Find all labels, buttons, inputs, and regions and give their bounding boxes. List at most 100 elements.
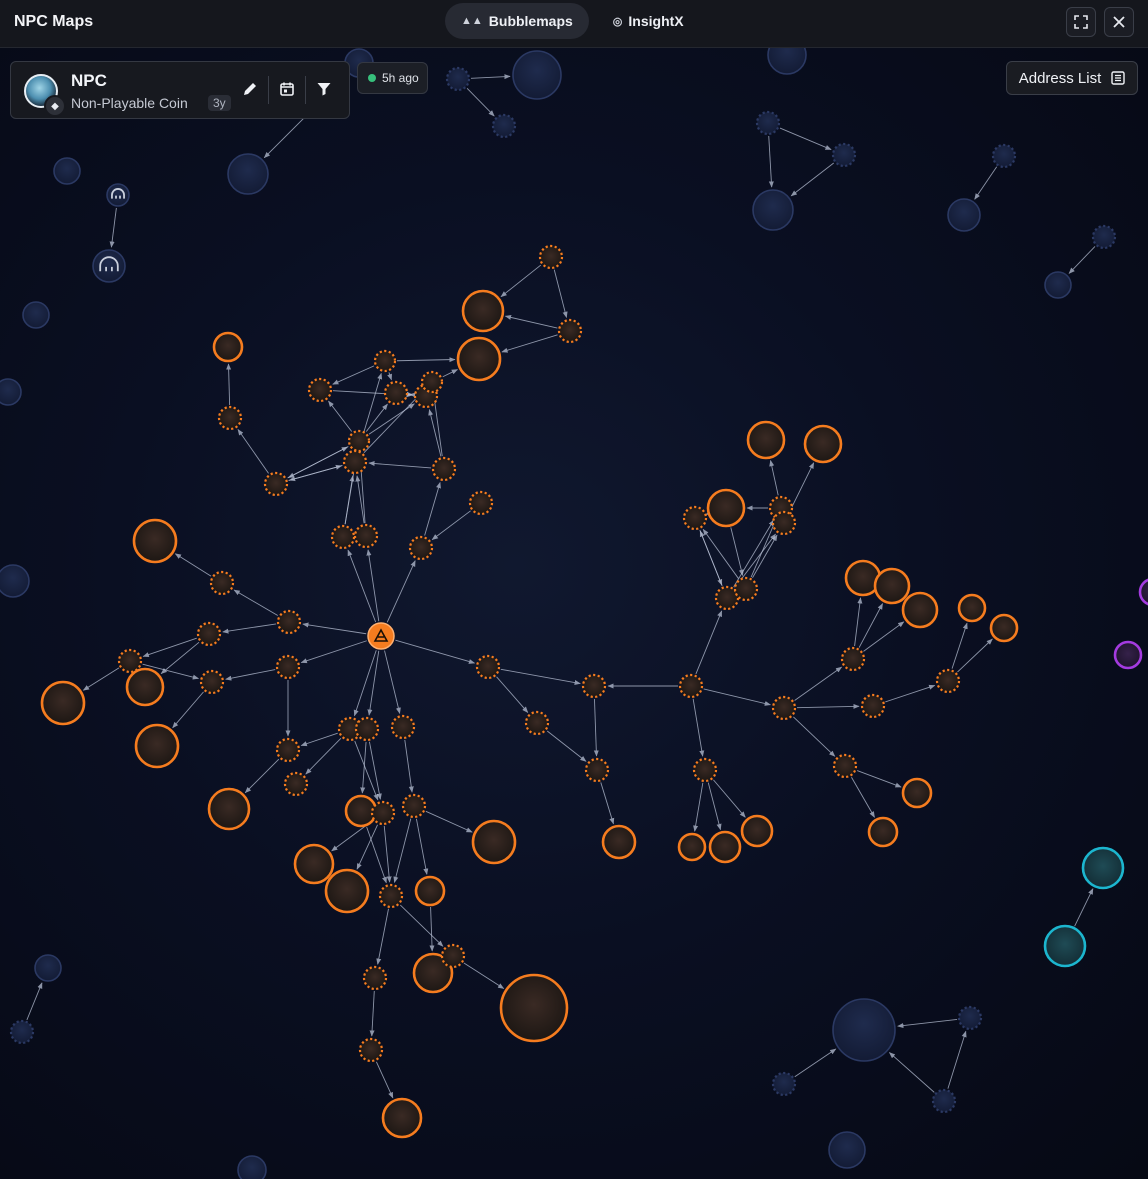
- holder-bubble[interactable]: [767, 48, 807, 75]
- holder-bubble[interactable]: [34, 954, 62, 982]
- holder-bubble[interactable]: [677, 832, 707, 862]
- contract-bubble[interactable]: [373, 349, 397, 373]
- hub-bubble[interactable]: [367, 622, 395, 650]
- contract-bubble[interactable]: [199, 669, 225, 695]
- holder-bubble[interactable]: [752, 189, 794, 231]
- bubble-map-canvas[interactable]: [0, 48, 1148, 1179]
- holder-bubble[interactable]: [746, 420, 786, 460]
- holder-bubble[interactable]: [1043, 924, 1087, 968]
- contract-bubble[interactable]: [771, 695, 797, 721]
- contract-bubble[interactable]: [682, 505, 708, 531]
- contract-bubble[interactable]: [275, 737, 301, 763]
- contract-bubble[interactable]: [692, 757, 718, 783]
- holder-bubble[interactable]: [499, 973, 569, 1043]
- contract-bubble[interactable]: [196, 621, 222, 647]
- close-button[interactable]: [1104, 7, 1134, 37]
- contract-bubble[interactable]: [538, 244, 564, 270]
- holder-bubble[interactable]: [237, 1155, 267, 1179]
- contract-bubble[interactable]: [342, 449, 368, 475]
- contract-bubble[interactable]: [209, 570, 235, 596]
- contract-bubble[interactable]: [440, 943, 466, 969]
- contract-bubble[interactable]: [491, 113, 517, 139]
- contract-bubble[interactable]: [678, 673, 704, 699]
- holder-bubble[interactable]: [471, 819, 517, 865]
- contract-bubble[interactable]: [420, 370, 444, 394]
- tab-insightx[interactable]: ◎ InsightX: [597, 3, 700, 39]
- holder-bubble[interactable]: [512, 50, 562, 100]
- holder-bubble[interactable]: [344, 794, 378, 828]
- holder-bubble[interactable]: [740, 814, 774, 848]
- edit-button[interactable]: [237, 76, 263, 102]
- holder-bubble[interactable]: [414, 875, 446, 907]
- contract-bubble[interactable]: [263, 471, 289, 497]
- contract-bubble[interactable]: [330, 524, 356, 550]
- holder-bubble[interactable]: [461, 289, 505, 333]
- contract-bubble[interactable]: [557, 318, 583, 344]
- contract-bubble[interactable]: [831, 142, 857, 168]
- holder-bubble[interactable]: [212, 331, 244, 363]
- holder-bubble[interactable]: [803, 424, 843, 464]
- contract-bubble[interactable]: [354, 716, 380, 742]
- contract-bubble[interactable]: [117, 648, 143, 674]
- holder-bubble[interactable]: [1138, 578, 1148, 606]
- contract-bubble[interactable]: [755, 110, 781, 136]
- contract-bubble[interactable]: [362, 965, 388, 991]
- contract-bubble[interactable]: [217, 405, 243, 431]
- contract-bubble[interactable]: [390, 714, 416, 740]
- holder-bubble[interactable]: [456, 336, 502, 382]
- holder-bubble[interactable]: [53, 157, 81, 185]
- holder-bubble[interactable]: [828, 1131, 866, 1169]
- contract-bubble[interactable]: [408, 535, 434, 561]
- holder-bubble[interactable]: [873, 567, 911, 605]
- holder-bubble[interactable]: [293, 843, 335, 885]
- contract-bubble[interactable]: [383, 380, 409, 406]
- holder-bubble[interactable]: [901, 591, 939, 629]
- holder-bubble[interactable]: [901, 777, 933, 809]
- holder-bubble[interactable]: [125, 667, 165, 707]
- tab-bubblemaps[interactable]: ▲▲ Bubblemaps: [445, 3, 589, 39]
- holder-bubble[interactable]: [40, 680, 86, 726]
- holder-bubble[interactable]: [1113, 640, 1143, 670]
- holder-bubble[interactable]: [957, 593, 987, 623]
- holder-bubble[interactable]: [832, 998, 896, 1062]
- holder-bubble[interactable]: [867, 816, 899, 848]
- contract-bubble[interactable]: [283, 771, 309, 797]
- holder-bubble[interactable]: [0, 378, 22, 406]
- contract-bubble[interactable]: [832, 753, 858, 779]
- contract-bubble[interactable]: [431, 456, 457, 482]
- date-range-button[interactable]: [274, 76, 300, 102]
- contract-bubble[interactable]: [275, 654, 301, 680]
- fullscreen-button[interactable]: [1066, 7, 1096, 37]
- contract-bubble[interactable]: [860, 693, 886, 719]
- contract-bubble[interactable]: [353, 523, 379, 549]
- contract-bubble[interactable]: [584, 757, 610, 783]
- holder-bubble[interactable]: [1044, 271, 1072, 299]
- holder-bubble[interactable]: [132, 518, 178, 564]
- contract-bubble[interactable]: [957, 1005, 983, 1031]
- holder-bubble[interactable]: [0, 564, 30, 598]
- contract-bubble[interactable]: [524, 710, 550, 736]
- holder-bubble[interactable]: [708, 830, 742, 864]
- holder-bubble[interactable]: [227, 153, 269, 195]
- holder-bubble[interactable]: [134, 723, 180, 769]
- contract-bubble[interactable]: [358, 1037, 384, 1063]
- holder-bubble[interactable]: [381, 1097, 423, 1139]
- contract-bubble[interactable]: [370, 800, 396, 826]
- holder-bubble[interactable]: [324, 868, 370, 914]
- holder-bubble[interactable]: [92, 249, 126, 283]
- holder-bubble[interactable]: [22, 301, 50, 329]
- contract-bubble[interactable]: [771, 510, 797, 536]
- contract-bubble[interactable]: [445, 66, 471, 92]
- contract-bubble[interactable]: [581, 673, 607, 699]
- holder-bubble[interactable]: [989, 613, 1019, 643]
- holder-bubble[interactable]: [106, 183, 130, 207]
- contract-bubble[interactable]: [307, 377, 333, 403]
- contract-bubble[interactable]: [9, 1019, 35, 1045]
- contract-bubble[interactable]: [1091, 224, 1117, 250]
- contract-bubble[interactable]: [991, 143, 1017, 169]
- address-list-button[interactable]: Address List: [1006, 61, 1138, 95]
- contract-bubble[interactable]: [475, 654, 501, 680]
- contract-bubble[interactable]: [935, 668, 961, 694]
- contract-bubble[interactable]: [401, 793, 427, 819]
- holder-bubble[interactable]: [706, 488, 746, 528]
